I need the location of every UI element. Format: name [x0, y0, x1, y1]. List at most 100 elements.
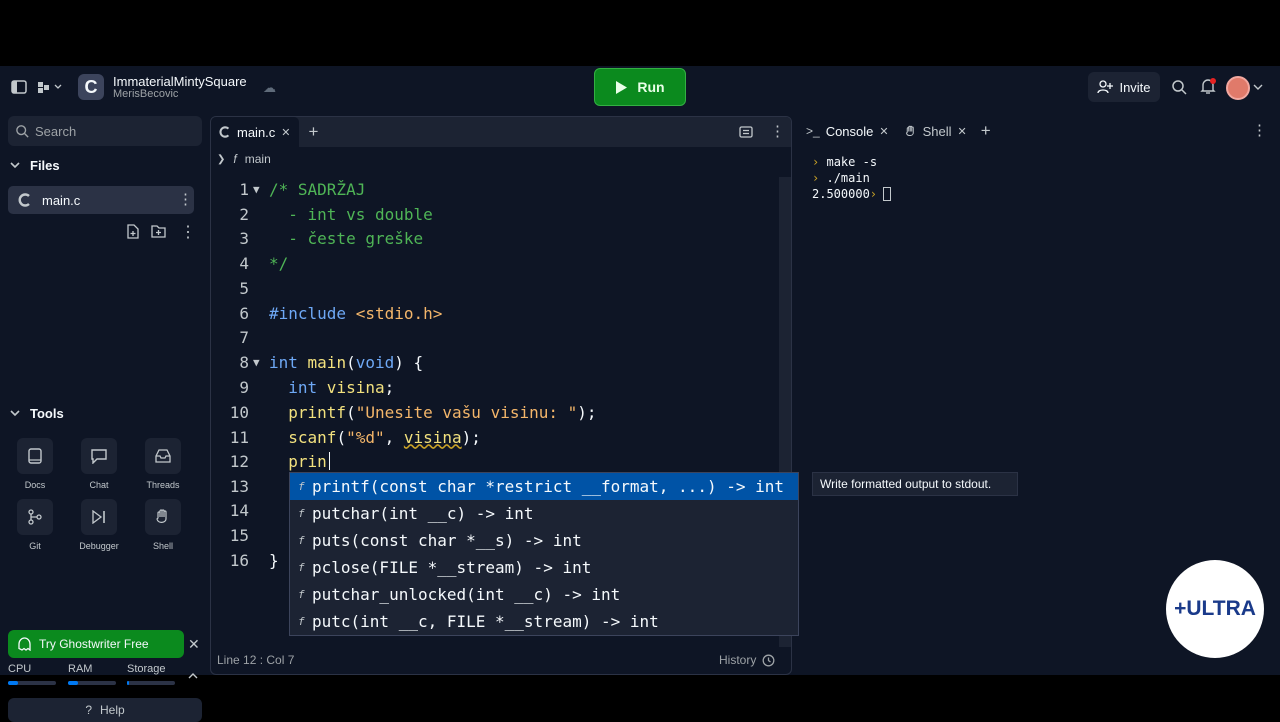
chevron-down-icon [10, 162, 20, 169]
more-icon[interactable]: ⋮ [1252, 121, 1267, 139]
search-icon[interactable] [1170, 78, 1188, 96]
string-token: "Unesite vašu visinu: " [355, 402, 578, 422]
program-output: 2.500000 [812, 187, 870, 201]
files-more-icon[interactable]: ⋮ [180, 222, 196, 242]
autocomplete-item[interactable]: f putchar(int __c) -> int [290, 500, 798, 527]
new-folder-icon[interactable] [151, 224, 166, 238]
tool-label: Git [29, 541, 41, 551]
tool-label: Debugger [79, 541, 119, 551]
new-file-icon[interactable] [126, 224, 140, 239]
shell-icon [905, 125, 914, 136]
storage-meter [127, 681, 175, 685]
autocomplete-label: puts(const char *__s) -> int [312, 531, 582, 550]
autocomplete-label: putc(int __c, FILE *__stream) -> int [312, 612, 659, 631]
fold-icon[interactable]: ▼ [253, 356, 260, 369]
invite-button[interactable]: Invite [1088, 72, 1160, 102]
close-icon[interactable]: ✕ [879, 125, 888, 138]
punct-token: ; [384, 377, 395, 397]
console-output[interactable]: › make -s › ./main 2.500000 › [798, 146, 1280, 210]
breadcrumb[interactable]: ❯ f main [211, 147, 791, 171]
file-item-main-c[interactable]: main.c ⋮ [8, 186, 194, 214]
c-file-icon [18, 193, 30, 207]
identifier-token: scanf [269, 427, 337, 447]
fold-icon[interactable]: ▼ [253, 183, 260, 196]
line-number: 11 [229, 427, 249, 447]
add-tab-icon[interactable]: + [981, 121, 991, 141]
tool-debugger[interactable]: Debugger [71, 499, 127, 551]
console-command: make -s [826, 155, 878, 169]
sidebar: Search Files ⋮ main.c ⋮ Tools Docs Chat [0, 112, 204, 722]
code-text: - česte greške [269, 228, 424, 248]
line-number: 7 [239, 327, 249, 347]
git-branch-icon [17, 499, 53, 535]
ghostwriter-icon [18, 637, 31, 651]
tab-main-c[interactable]: main.c ✕ [211, 117, 299, 147]
tool-docs[interactable]: Docs [7, 438, 63, 490]
line-number: 6 [239, 303, 249, 323]
autocomplete-item[interactable]: f pclose(FILE *__stream) -> int [290, 554, 798, 581]
close-icon[interactable]: ✕ [958, 125, 967, 138]
layout-icon[interactable] [739, 125, 753, 143]
line-number: 2 [239, 204, 249, 224]
chevron-up-icon[interactable] [188, 672, 198, 679]
files-section-header[interactable]: Files [10, 158, 60, 173]
tool-threads[interactable]: Threads [135, 438, 191, 490]
history-button[interactable]: History [719, 653, 775, 667]
more-icon[interactable]: ⋮ [770, 122, 785, 140]
invite-button-label: Invite [1119, 79, 1151, 95]
preprocessor-token: #include [269, 303, 347, 323]
identifier-token: visina [317, 377, 385, 397]
autocomplete-item[interactable]: f printf(const char *restrict __format, .… [290, 473, 798, 500]
notifications-bell-icon[interactable] [1199, 77, 1217, 95]
close-icon[interactable]: ✕ [188, 636, 200, 653]
chat-icon [81, 438, 117, 474]
search-input[interactable]: Search [8, 116, 202, 146]
ghostwriter-banner[interactable]: Try Ghostwriter Free [8, 630, 184, 658]
user-avatar[interactable] [1226, 76, 1250, 100]
ultra-watermark-logo: +ULTRA [1166, 560, 1264, 658]
code-text: - int vs double [269, 204, 433, 224]
breadcrumb-item: main [244, 152, 271, 166]
tool-shell[interactable]: Shell [135, 499, 191, 551]
code-text: } [269, 550, 279, 570]
autocomplete-label: pclose(FILE *__stream) -> int [312, 558, 592, 577]
autocomplete-item[interactable]: f putchar_unlocked(int __c) -> int [290, 581, 798, 608]
punct-token: ( [346, 402, 356, 422]
line-number: 14 [229, 500, 249, 520]
tool-chat[interactable]: Chat [71, 438, 127, 490]
punct-token: ( [336, 427, 347, 447]
code-text: int main(void) { [269, 353, 423, 372]
sidebar-toggle-icon[interactable] [10, 78, 28, 96]
tab-shell[interactable]: Shell ✕ [897, 116, 975, 146]
function-icon: f [233, 152, 237, 166]
chevron-right-icon: ❯ [217, 153, 226, 165]
autocomplete-item[interactable]: f putc(int __c, FILE *__stream) -> int [290, 608, 798, 635]
run-button[interactable]: Run [594, 68, 686, 106]
tool-label: Docs [24, 480, 46, 490]
history-label: History [719, 653, 757, 667]
chevron-down-icon[interactable] [1252, 80, 1264, 94]
shell-icon [145, 499, 181, 535]
punct-token: ); [577, 402, 597, 422]
file-more-icon[interactable]: ⋮ [178, 190, 193, 208]
repl-title[interactable]: ImmaterialMintySquare [113, 74, 247, 89]
chevron-down-icon [10, 410, 20, 417]
close-icon[interactable]: ✕ [281, 126, 290, 139]
help-button[interactable]: ? Help [8, 698, 202, 722]
repl-owner[interactable]: MerisBecovic [113, 88, 178, 100]
line-number: 1 [239, 179, 249, 199]
function-icon: f [298, 615, 305, 628]
repl-language-icon: C [78, 74, 104, 100]
autocomplete-item[interactable]: f puts(const char *__s) -> int [290, 527, 798, 554]
workspace-menu-icon[interactable] [36, 78, 64, 96]
top-bar: C ImmaterialMintySquare MerisBecovic ☁ R… [0, 66, 1280, 112]
add-tab-icon[interactable]: + [309, 122, 319, 142]
line-number: 3 [239, 228, 249, 248]
tab-console[interactable]: >_ Console ✕ [798, 116, 897, 146]
tool-git[interactable]: Git [7, 499, 63, 551]
code-text: prin [269, 451, 327, 471]
type-token: int [269, 377, 318, 397]
cursor-position[interactable]: Line 12 : Col 7 [217, 653, 294, 667]
function-icon: f [298, 534, 305, 547]
tools-section-header[interactable]: Tools [10, 406, 64, 421]
